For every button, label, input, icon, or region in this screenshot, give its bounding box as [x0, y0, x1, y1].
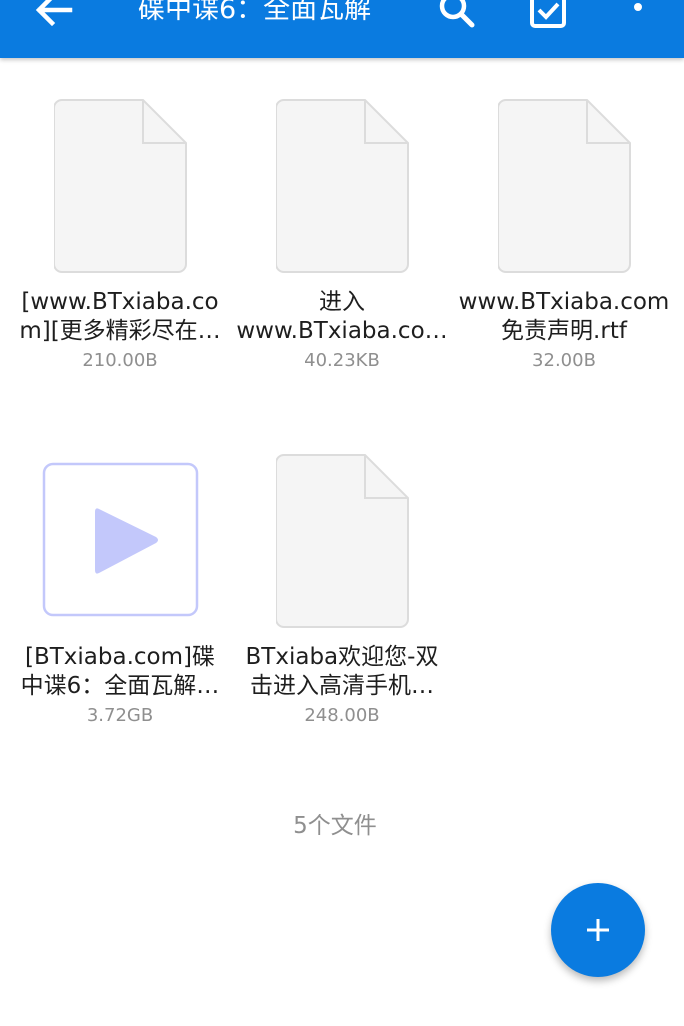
file-name: [www.BTxiaba.co m][更多精彩尽在… — [11, 288, 229, 346]
document-icon — [276, 99, 409, 273]
file-name-line: BTxiaba欢迎您-双 — [245, 644, 439, 670]
file-name-line: www.BTxiaba.com — [458, 289, 670, 315]
file-name: 进入 www.BTxiaba.co… — [233, 288, 451, 346]
file-thumbnail — [9, 58, 231, 288]
add-button[interactable] — [551, 883, 645, 977]
file-thumbnail — [231, 413, 453, 643]
file-name-line: 免责声明.rtf — [501, 318, 627, 344]
file-size: 3.72GB — [86, 705, 154, 726]
file-item[interactable]: www.BTxiaba.com 免责声明.rtf 32.00B — [453, 58, 675, 388]
file-size: 32.00B — [532, 350, 596, 371]
file-name-line: www.BTxiaba.co… — [236, 318, 448, 344]
file-thumbnail — [231, 58, 453, 288]
document-icon — [276, 454, 409, 628]
file-item[interactable]: [BTxiaba.com]碟 中谍6：全面瓦解… 3.72GB — [9, 413, 231, 743]
file-size: 40.23KB — [304, 350, 380, 371]
document-icon — [498, 99, 631, 273]
file-size: 210.00B — [82, 350, 158, 371]
video-play-icon — [42, 462, 199, 617]
file-name: www.BTxiaba.com 免责声明.rtf — [455, 288, 673, 346]
file-thumbnail — [9, 413, 231, 643]
file-size: 248.00B — [304, 705, 380, 726]
file-item[interactable]: BTxiaba欢迎您-双 击进入高清手机… 248.00B — [231, 413, 453, 743]
plus-icon — [587, 919, 609, 941]
page-title: 碟中谍6：全面瓦解 — [138, 0, 372, 25]
file-name-line: 进入 — [319, 289, 365, 315]
file-name-line: 击进入高清手机… — [250, 673, 434, 699]
app-bar: 碟中谍6：全面瓦解 — [0, 0, 684, 58]
file-name-line: m][更多精彩尽在… — [19, 318, 221, 344]
file-name-line: [www.BTxiaba.co — [21, 289, 219, 315]
file-name-line: [BTxiaba.com]碟 — [25, 644, 215, 670]
more-vert-icon[interactable] — [614, 0, 662, 34]
document-icon — [54, 99, 187, 273]
file-item[interactable]: [www.BTxiaba.co m][更多精彩尽在… 210.00B — [9, 58, 231, 388]
file-name: [BTxiaba.com]碟 中谍6：全面瓦解… — [11, 643, 229, 701]
back-arrow-icon[interactable] — [30, 0, 78, 34]
file-item[interactable]: 进入 www.BTxiaba.co… 40.23KB — [231, 58, 453, 388]
file-name-line: 中谍6：全面瓦解… — [20, 673, 220, 699]
checkbox-icon[interactable] — [524, 0, 572, 34]
file-count: 5个文件 — [293, 813, 377, 839]
file-name: BTxiaba欢迎您-双 击进入高清手机… — [233, 643, 451, 701]
search-icon[interactable] — [433, 0, 481, 34]
file-thumbnail — [453, 58, 675, 288]
